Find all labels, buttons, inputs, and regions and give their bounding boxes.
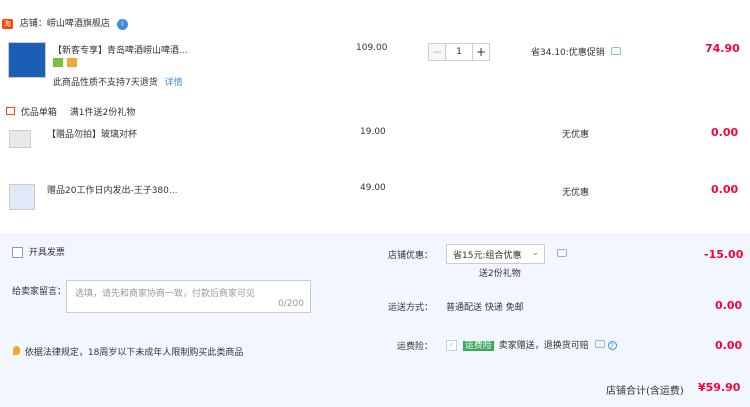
shop-total-label: 店铺合计(含运费) (606, 386, 684, 397)
insurance-amount: 0.00 (715, 339, 743, 352)
shop-header: 淘 店铺：崂山啤酒旗舰店 i (2, 16, 128, 30)
message-box[interactable]: 选填，请先和商家协商一致，付款后商家可见 0/200 (66, 280, 311, 313)
gift-total: 0.00 (711, 126, 739, 139)
gift-price: 49.00 (360, 183, 386, 193)
legal-notice: 依据法律规定，18周岁以下未成年人限制购买此类商品 (24, 348, 244, 358)
shop-discount-select[interactable]: 省15元:组合优惠 ⌄ (446, 244, 545, 264)
shop-type-icon: 淘 (2, 19, 13, 29)
location-pin-icon (13, 346, 20, 355)
help-icon[interactable]: ? (607, 341, 617, 350)
shipping-value[interactable]: 普通配送 快递 免邮 (446, 300, 524, 313)
gift-header: 优品单箱 满1件送2份礼物 (6, 105, 135, 118)
service-icon-green (53, 58, 63, 67)
gift-promo: 满1件送2份礼物 (69, 108, 136, 118)
chat-icon[interactable] (594, 340, 605, 348)
product-title[interactable]: 【新客专享】青岛啤酒崂山啤酒... (53, 43, 188, 56)
quantity-minus-button[interactable]: − (428, 43, 446, 61)
product-thumbnail[interactable] (8, 42, 46, 78)
item-discount-text: 省34.10:优惠促销 (531, 48, 605, 58)
gift-note: 送2份礼物 (479, 269, 521, 279)
invoice-checkbox[interactable] (12, 247, 23, 258)
item-discount: 省34.10:优惠促销 (531, 45, 621, 58)
gift-discount: 无优惠 (562, 188, 590, 198)
shop-discount-amount: -15.00 (704, 248, 744, 261)
service-icon-orange (67, 58, 77, 67)
gift-title[interactable]: 【赠品勿拍】玻璃对杯 (47, 127, 137, 140)
order-summary-panel (0, 233, 750, 407)
detail-link[interactable]: 详情 (165, 78, 183, 88)
quantity-stepper: − 1 + (428, 43, 490, 61)
message-label: 给卖家留言： (12, 287, 67, 297)
insurance-value: 卖家赠送，退换货可赔 (498, 341, 589, 351)
gift-price: 19.00 (360, 127, 386, 137)
gift-thumbnail[interactable] (9, 184, 35, 210)
insurance-checkbox[interactable]: ✓ (446, 340, 457, 351)
chevron-down-icon: ⌄ (531, 248, 539, 258)
quantity-input[interactable]: 1 (446, 43, 472, 61)
message-input-placeholder[interactable]: 选填，请先和商家协商一致，付款后商家可见 (75, 286, 255, 299)
quantity-plus-button[interactable]: + (472, 43, 490, 61)
shop-name[interactable]: 店铺：崂山啤酒旗舰店 (20, 19, 110, 29)
legal-row: 依据法律规定，18周岁以下未成年人限制购买此类商品 (13, 345, 243, 358)
shop-badge-icon[interactable]: i (116, 19, 128, 30)
gift-discount: 无优惠 (562, 130, 590, 140)
shipping-amount: 0.00 (715, 299, 743, 312)
gift-thumbnail[interactable] (9, 130, 31, 148)
shop-discount-label: 店铺优惠： (388, 251, 434, 261)
shop-discount-select-value: 省15元:组合优惠 (453, 251, 522, 261)
insurance-row: ✓ 运费险 卖家赠送，退换货可赔 ? (446, 338, 617, 351)
gift-title[interactable]: 赠品20工作日内发出-王子380... (47, 183, 177, 196)
unit-price: 109.00 (356, 43, 388, 53)
insurance-label: 运费险： (397, 342, 434, 352)
chat-icon[interactable] (557, 249, 567, 257)
chat-icon[interactable] (610, 47, 621, 55)
gift-total: 0.00 (711, 183, 739, 196)
gift-header-label: 优品单箱 (20, 108, 57, 118)
shipping-label: 运送方式： (388, 303, 434, 313)
return-policy-note: 此商品性质不支持7天退货 (53, 78, 158, 88)
invoice-label: 开具发票 (28, 248, 65, 258)
item-total: 74.90 (705, 42, 740, 55)
shop-total-amount: ¥59.90 (698, 381, 741, 394)
invoice-row: 开具发票 (12, 245, 65, 258)
message-counter: 0/200 (278, 299, 304, 309)
gift-box-icon (6, 107, 15, 115)
insurance-tag: 运费险 (462, 341, 494, 351)
